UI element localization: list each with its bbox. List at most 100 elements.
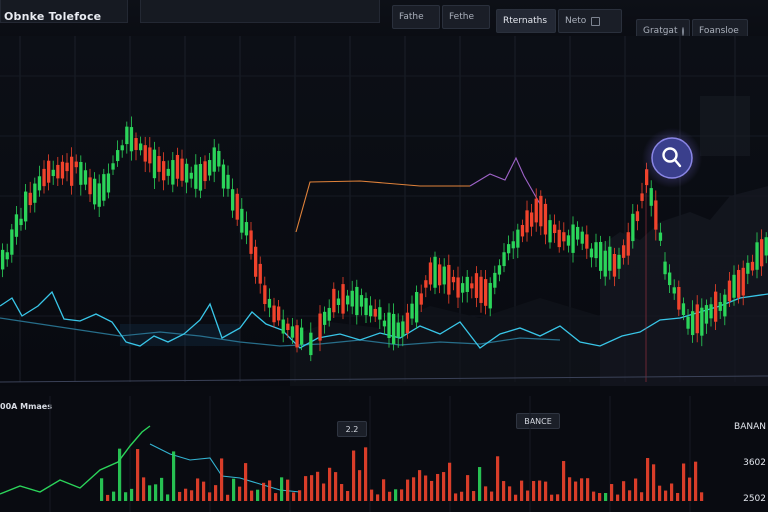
candle-body: [451, 276, 456, 283]
volume-bar: [670, 483, 674, 501]
candle-body: [470, 283, 474, 289]
candle-body: [309, 332, 313, 356]
volume-bar: [658, 485, 662, 501]
volume-bar: [172, 451, 176, 501]
candle-body: [580, 231, 584, 244]
candle-body: [700, 307, 704, 336]
candle-body: [401, 321, 405, 337]
volume-bar: [586, 478, 590, 501]
volume-bar: [526, 490, 530, 501]
candle-body: [488, 282, 492, 309]
candle-body: [258, 263, 262, 284]
candle-body: [456, 277, 460, 298]
candle-body: [709, 304, 713, 319]
candle-body: [74, 161, 78, 168]
candle-body: [60, 161, 65, 179]
candle-body: [244, 222, 249, 236]
volume-bar: [364, 447, 368, 501]
candle-body: [318, 313, 322, 341]
volume-bar: [154, 484, 158, 501]
candle-body: [217, 150, 221, 167]
candle-body: [364, 298, 368, 316]
top-panel: [140, 0, 380, 23]
candle-body: [235, 193, 239, 220]
volume-bar: [334, 472, 338, 501]
candle-body: [626, 232, 630, 256]
volume-bar: [694, 461, 698, 501]
volume-bars: [100, 447, 704, 501]
volume-bar: [496, 456, 500, 501]
candle-body: [553, 224, 557, 234]
candle-body: [672, 287, 676, 294]
candle-body: [723, 294, 727, 317]
candle-body: [438, 264, 442, 286]
volume-bar: [148, 485, 152, 501]
candle-body: [511, 241, 515, 249]
volume-bar: [640, 492, 644, 501]
candle-body: [737, 269, 741, 298]
volume-bar: [382, 479, 386, 501]
volume-bar: [688, 477, 692, 501]
candle-body: [566, 235, 571, 246]
candle-body: [484, 279, 488, 306]
candle-body: [764, 237, 768, 256]
candle-body: [479, 276, 483, 303]
trading-app: Obnke Tolefoce Fathe Fethe Rternaths Net…: [0, 0, 768, 512]
candle-body: [175, 154, 180, 179]
volume-bar: [316, 471, 320, 501]
candle-body: [640, 193, 644, 201]
candle-body: [539, 195, 543, 227]
volume-bar: [448, 462, 452, 501]
toolbar-button-fethe[interactable]: Fethe: [442, 5, 490, 29]
candle-body: [589, 248, 594, 258]
volume-bar: [472, 491, 476, 501]
volume-bar: [178, 491, 182, 501]
candle-body: [392, 313, 396, 345]
volume-bar: [652, 464, 656, 501]
volume-chart[interactable]: [0, 396, 768, 512]
toolbar-button-fathe[interactable]: Fathe: [392, 5, 440, 29]
candle-body: [56, 164, 60, 179]
volume-bar: [616, 494, 620, 501]
candle-body: [585, 234, 589, 249]
volume-bar: [664, 490, 668, 501]
candle-body: [603, 250, 607, 277]
volume-bar: [238, 486, 242, 501]
price-chart[interactable]: 100152020200020002000200720002000: [0, 36, 768, 386]
toolbar-tab-rternaths[interactable]: Rternaths: [496, 9, 556, 33]
candle-body: [83, 170, 88, 185]
candle-body: [686, 316, 690, 329]
candle-body: [599, 241, 603, 271]
toolbar-button-neto[interactable]: Neto: [558, 9, 622, 33]
volume-bar: [244, 463, 248, 501]
candle-body: [750, 261, 755, 271]
candle-body: [327, 307, 331, 321]
candle-body: [254, 246, 258, 277]
candle-body: [323, 311, 327, 325]
volume-bar: [142, 477, 146, 501]
candle-body: [226, 174, 230, 189]
volume-bar: [208, 492, 212, 501]
candle-body: [663, 261, 667, 275]
volume-bar: [100, 478, 104, 501]
candle-body: [447, 264, 451, 295]
candle-body: [543, 203, 548, 235]
volume-bar: [676, 492, 680, 501]
volume-bar: [592, 491, 596, 501]
candle-body: [493, 272, 497, 288]
candle-body: [525, 210, 529, 233]
candle-body: [741, 267, 745, 296]
candle-body: [157, 156, 161, 172]
candle-body: [37, 176, 42, 191]
candle-body: [608, 246, 612, 271]
candle-body: [350, 290, 354, 307]
candle-body: [465, 276, 469, 292]
candle-body: [70, 156, 74, 186]
volume-bar: [250, 490, 254, 501]
volume-bar: [388, 491, 392, 501]
candle-body: [212, 147, 216, 172]
candle-body: [405, 312, 410, 334]
volume-bar: [442, 472, 446, 501]
candle-body: [571, 224, 575, 253]
candle-body: [502, 252, 506, 267]
